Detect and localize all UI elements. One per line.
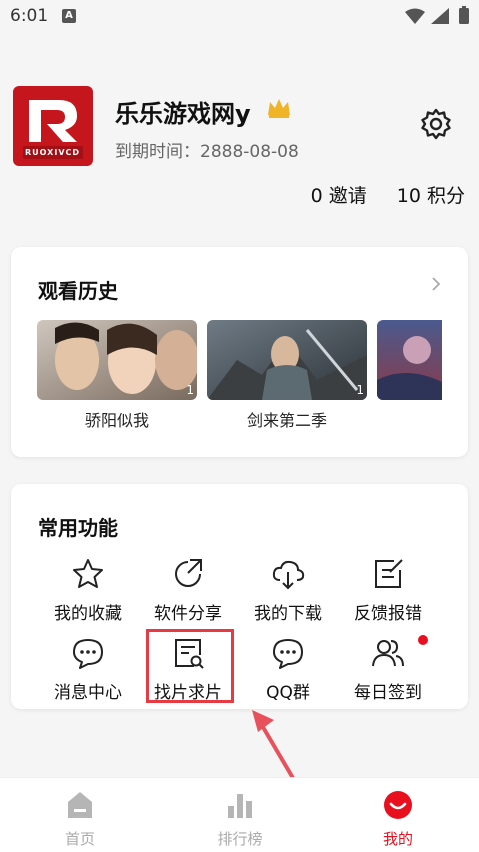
message-icon	[73, 639, 103, 669]
func-label: 我的下载	[254, 604, 322, 624]
expiry-date: 到期时间：2888-08-08	[115, 142, 299, 162]
history-badge: 1	[186, 383, 194, 397]
chevron-right-icon[interactable]	[429, 275, 443, 297]
func-label: QQ群	[266, 683, 310, 703]
history-title: 观看历史	[38, 279, 118, 303]
favorites-button[interactable]: 我的收藏	[38, 556, 138, 624]
cloud-download-icon	[272, 560, 305, 590]
message-center-button[interactable]: 消息中心	[38, 635, 138, 703]
smile-icon	[384, 791, 412, 819]
nav-home[interactable]: 首页	[40, 790, 120, 849]
history-thumb-3[interactable]	[377, 320, 442, 400]
star-icon	[73, 559, 103, 588]
nav-label: 我的	[382, 830, 413, 848]
home-icon	[68, 792, 92, 818]
notification-icon: A	[62, 9, 76, 23]
history-label[interactable]: 剑来第二季	[207, 407, 367, 431]
battery-icon	[459, 8, 469, 24]
points-count[interactable]: 10 积分	[397, 185, 465, 207]
history-card: 观看历史 1 骄阳似我 1 剑来第二季	[11, 247, 468, 457]
func-label: 反馈报错	[354, 604, 422, 624]
wifi-icon	[405, 8, 425, 24]
functions-card: 常用功能 我的收藏 软件分享 我的下载 反馈报错 消息中心 找片求片 QQ群 每…	[11, 484, 468, 709]
crown-icon	[266, 97, 292, 123]
qq-group-button[interactable]: QQ群	[238, 635, 338, 703]
highlight-box	[146, 629, 234, 703]
profile-name: 乐乐游戏网y	[115, 100, 251, 128]
user-stats: 0 邀请 10 积分	[287, 181, 465, 208]
nav-mine[interactable]: 我的	[358, 790, 438, 849]
feedback-edit-icon	[375, 559, 403, 588]
notification-dot	[418, 635, 428, 645]
nav-label: 排行榜	[217, 830, 263, 848]
feedback-button[interactable]: 反馈报错	[338, 556, 438, 624]
rank-icon	[228, 794, 252, 818]
share-icon	[175, 559, 202, 587]
signal-icon	[431, 8, 449, 24]
logo-text: RUOXIVCD	[25, 148, 81, 157]
users-icon	[372, 640, 404, 667]
downloads-button[interactable]: 我的下载	[238, 556, 338, 624]
nav-label: 首页	[64, 830, 95, 848]
daily-checkin-button[interactable]: 每日签到	[338, 635, 438, 703]
history-label[interactable]: 骄阳似我	[37, 407, 197, 431]
avatar[interactable]: RUOXIVCD	[13, 86, 93, 166]
history-thumb-1[interactable]: 1	[37, 320, 197, 400]
history-thumb-2[interactable]: 1	[207, 320, 367, 400]
status-time: 6:01	[10, 6, 49, 26]
func-label: 我的收藏	[54, 604, 122, 624]
status-icons	[403, 6, 473, 30]
func-label: 软件分享	[154, 604, 222, 624]
bottom-nav: 首页 排行榜 我的	[0, 777, 479, 852]
func-label: 每日签到	[354, 683, 422, 703]
history-badge: 1	[356, 383, 364, 397]
func-label: 消息中心	[54, 683, 122, 703]
share-app-button[interactable]: 软件分享	[138, 556, 238, 624]
gear-icon[interactable]	[420, 108, 452, 144]
status-bar: 6:01 A	[0, 0, 479, 34]
chat-group-icon	[273, 639, 303, 669]
invites-count[interactable]: 0 邀请	[311, 185, 367, 207]
nav-ranking[interactable]: 排行榜	[200, 790, 280, 849]
functions-title: 常用功能	[38, 516, 118, 540]
